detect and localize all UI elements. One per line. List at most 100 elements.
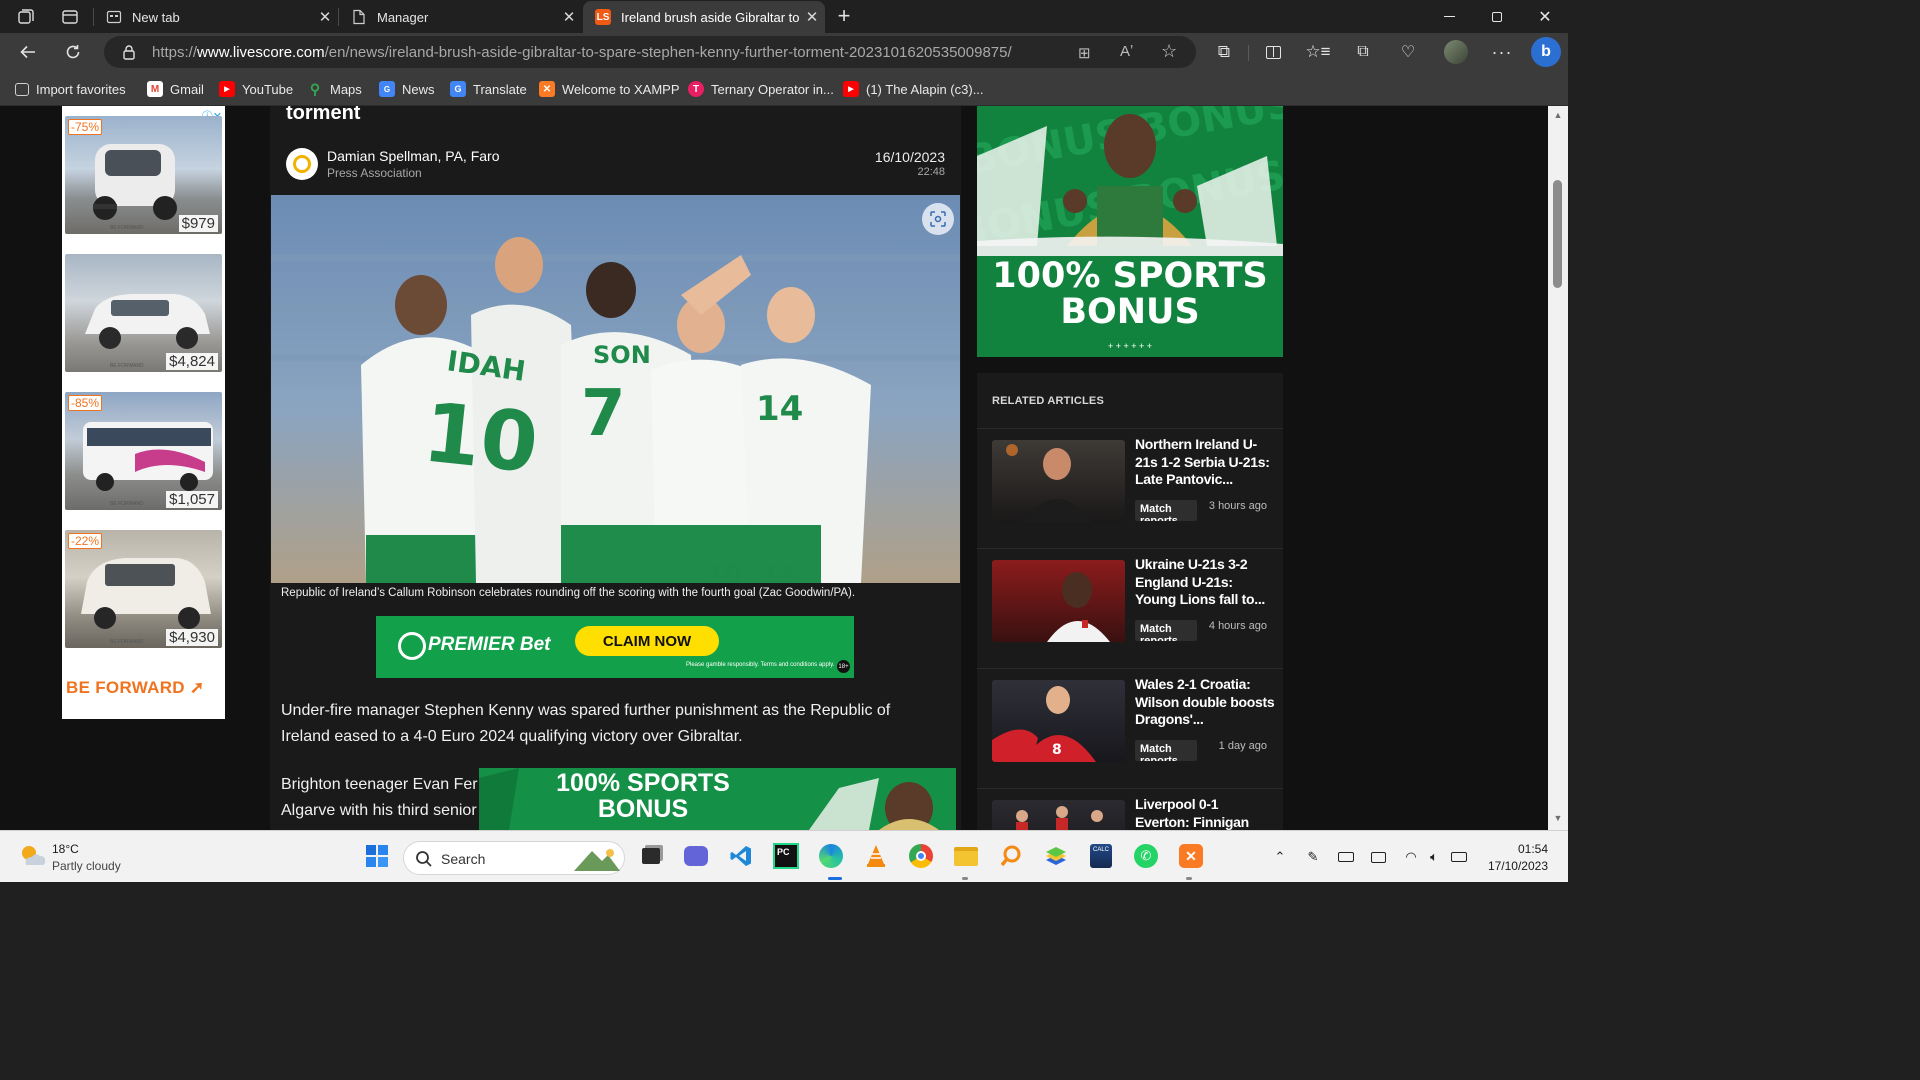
ad-car-3[interactable]: -85% BE FORWARD $1,057 <box>65 392 222 510</box>
tab-manager[interactable]: Manager ✕ <box>339 1 582 33</box>
be-forward-logo[interactable]: BE FORWARD ➚ <box>66 678 204 698</box>
edge-button[interactable] <box>817 842 845 870</box>
scrollbar-thumb[interactable] <box>1553 180 1562 288</box>
show-hidden-icons-button[interactable]: ⌃ <box>1270 847 1290 867</box>
players-celebrating-image: IDAH 10 SON 7 14 10 14 <box>271 195 960 583</box>
premierbet-advertisement[interactable]: PREMIER Bet CLAIM NOW Please gamble resp… <box>376 616 854 678</box>
ad-car-1[interactable]: -75% BE FORWARD $979 <box>65 116 222 234</box>
vscode-button[interactable] <box>727 842 755 870</box>
read-aloud-icon[interactable]: A͏ʼ <box>1120 43 1133 60</box>
close-tab-icon[interactable]: ✕ <box>556 8 582 26</box>
ad-car-4[interactable]: -22% BE FORWARD $4,930 <box>65 530 222 648</box>
tab-livescore-article[interactable]: LS Ireland brush aside Gibraltar to s ✕ <box>583 1 825 33</box>
author-name[interactable]: Damian Spellman, PA, Faro <box>327 148 499 164</box>
clock-time[interactable]: 01:54 <box>1518 842 1548 856</box>
split-screen-button[interactable] <box>1257 37 1289 67</box>
tab-actions-button[interactable] <box>60 7 80 27</box>
news-icon: G <box>379 81 395 97</box>
lock-icon[interactable] <box>122 44 136 65</box>
bookmark-import-favorites[interactable]: Import favorites <box>15 80 126 98</box>
workspaces-button[interactable] <box>16 7 36 27</box>
bookmark-label: Gmail <box>170 81 204 97</box>
pa-media-avatar[interactable] <box>286 148 318 180</box>
task-view-button[interactable] <box>637 842 665 870</box>
xampp-button[interactable]: ✕ <box>1177 842 1205 870</box>
sports-bonus-banner-bottom[interactable]: 100% SPORTS BONUS <box>479 768 956 830</box>
start-button[interactable] <box>363 842 391 870</box>
related-article[interactable]: Northern Ireland U-21s 1-2 Serbia U-21s:… <box>977 428 1283 548</box>
ad-car-2[interactable]: BE FORWARD $4,824 <box>65 254 222 372</box>
wifi-button[interactable]: ◠ <box>1401 847 1421 867</box>
battery-button[interactable] <box>1449 847 1469 867</box>
volume-button[interactable]: 🔈︎ <box>1424 847 1444 867</box>
collections-button[interactable]: ⧉ <box>1347 37 1379 67</box>
bluestacks-button[interactable] <box>1042 842 1070 870</box>
match-reports-tag[interactable]: Match reports <box>1135 620 1197 641</box>
bookmark-news[interactable]: G News <box>379 80 435 98</box>
jersey-name-son: SON <box>593 341 651 369</box>
bookmark-alapin[interactable]: ▶ (1) The Alapin (c3)... <box>843 80 984 98</box>
match-reports-tag[interactable]: Match reports <box>1135 500 1197 521</box>
chrome-button[interactable] <box>907 842 935 870</box>
search-label: Search <box>441 851 486 867</box>
close-window-button[interactable]: ✕ <box>1522 0 1568 33</box>
page-icon <box>351 9 367 25</box>
youtube-icon: ▶ <box>843 81 859 97</box>
bookmark-label: Welcome to XAMPP <box>562 81 680 97</box>
address-bar[interactable]: https://www.livescore.com/en/news/irelan… <box>104 36 1196 68</box>
article-paragraph-1: Under-fire manager Stephen Kenny was spa… <box>281 702 891 745</box>
bookmark-xampp[interactable]: ✕ Welcome to XAMPP <box>539 80 680 98</box>
sports-bonus-banner-right[interactable]: BONUS BONUS BONUS BONUS BONUS BONUS + + … <box>977 106 1283 357</box>
arrow-icon: ➚ <box>189 678 205 697</box>
app-available-icon[interactable]: ⊞ <box>1078 44 1091 62</box>
whatsapp-button[interactable]: ✆ <box>1132 842 1160 870</box>
back-button[interactable] <box>12 37 44 67</box>
file-explorer-button[interactable] <box>952 842 980 870</box>
teams-chat-button[interactable] <box>682 842 710 870</box>
weather-temperature[interactable]: 18°C <box>52 842 79 856</box>
battery-saver-button[interactable] <box>1368 847 1388 867</box>
weather-description[interactable]: Partly cloudy <box>52 859 121 873</box>
related-article[interactable]: Ukraine U-21s 3-2 England U-21s: Young L… <box>977 548 1283 668</box>
profile-button[interactable] <box>1440 37 1472 67</box>
match-reports-tag[interactable]: Match reports <box>1135 740 1197 761</box>
close-tab-icon[interactable]: ✕ <box>312 8 338 26</box>
bookmark-youtube[interactable]: ▶ YouTube <box>219 80 293 98</box>
pycharm-button[interactable]: PC <box>772 842 800 870</box>
calculator-button[interactable]: CALC <box>1087 842 1115 870</box>
restore-button[interactable] <box>1474 0 1520 33</box>
scroll-down-icon[interactable]: ▼ <box>1548 813 1568 823</box>
pen-menu-button[interactable]: ✎ <box>1303 847 1323 867</box>
tab-actions-icon <box>62 10 78 24</box>
related-article[interactable]: Liverpool 0-1 Everton: Finnigan <box>977 788 1283 830</box>
related-article[interactable]: 8 Wales 2-1 Croatia: Wilson double boost… <box>977 668 1283 788</box>
bookmark-gmail[interactable]: M Gmail <box>147 80 204 98</box>
bookmark-label: Maps <box>330 81 362 97</box>
claim-now-button[interactable]: CLAIM NOW <box>575 626 719 656</box>
clock-date[interactable]: 17/10/2023 <box>1488 859 1548 873</box>
settings-menu-button[interactable]: ··· <box>1486 37 1518 67</box>
vlc-button[interactable] <box>862 842 890 870</box>
visual-search-button[interactable] <box>922 203 954 235</box>
refresh-button[interactable] <box>57 37 89 67</box>
bookmark-maps[interactable]: ⚲ Maps <box>307 80 362 98</box>
extensions-button[interactable]: ⧉ <box>1208 37 1240 67</box>
bookmark-ternary-operator[interactable]: T Ternary Operator in... <box>688 80 834 98</box>
scroll-up-icon[interactable]: ▲ <box>1548 110 1568 120</box>
left-advertisement[interactable]: ⓘ✕ -75% BE FORWARD $979 BE FORWARD $4,82… <box>62 106 225 719</box>
taskbar-search-box[interactable]: Search <box>403 841 625 875</box>
ternary-icon: T <box>688 81 704 97</box>
favorite-star-icon[interactable]: ☆ <box>1161 41 1177 62</box>
page-scrollbar[interactable]: ▲ ▼ <box>1548 106 1568 830</box>
favorites-button[interactable]: ☆≡ <box>1302 37 1334 67</box>
new-tab-button[interactable]: + <box>834 3 854 29</box>
browser-essentials-button[interactable]: ♡ <box>1392 37 1424 67</box>
tab-new-tab[interactable]: New tab ✕ <box>94 1 338 33</box>
copilot-button[interactable]: b <box>1529 35 1563 69</box>
minimize-button[interactable] <box>1426 0 1472 33</box>
touch-keyboard-button[interactable] <box>1336 847 1356 867</box>
close-tab-icon[interactable]: ✕ <box>799 8 825 26</box>
bookmark-translate[interactable]: G Translate <box>450 80 527 98</box>
search-app-button[interactable] <box>997 842 1025 870</box>
age-restriction-badge: 18+ <box>837 660 850 673</box>
